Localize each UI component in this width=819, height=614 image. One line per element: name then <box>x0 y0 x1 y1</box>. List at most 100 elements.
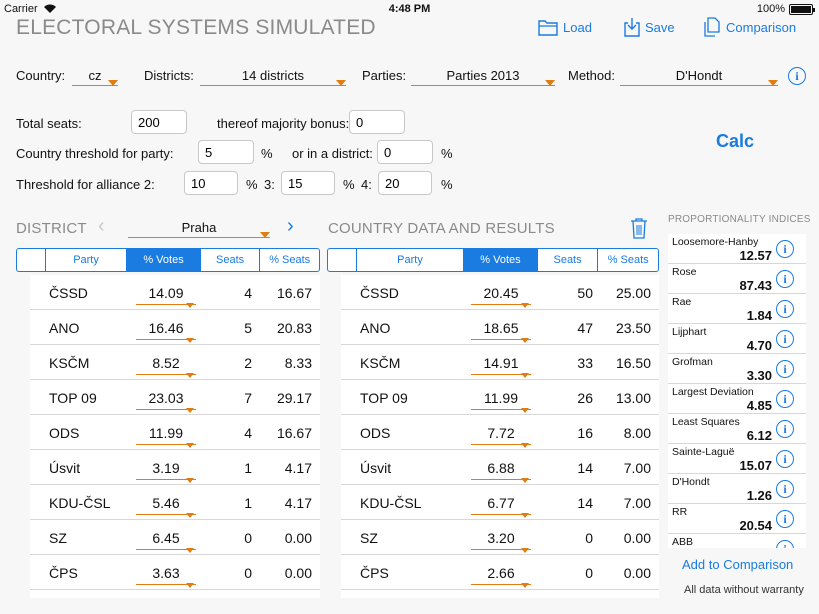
party-name: ODS <box>360 425 391 441</box>
parties-dropdown[interactable]: Parties 2013 <box>411 66 555 86</box>
table-row: ODS 7.72 16 8.00 <box>341 415 659 450</box>
party-name: KSČM <box>360 355 401 371</box>
segment-seats[interactable]: Seats <box>199 249 260 271</box>
votes-picker[interactable]: 11.99 <box>136 425 196 448</box>
segment-pct-seats[interactable]: % Seats <box>597 249 658 271</box>
table-row: Úsvit 6.88 14 7.00 <box>341 450 659 485</box>
votes-picker[interactable]: 3.20 <box>471 530 531 553</box>
seats-value: 4 <box>244 425 252 441</box>
votes-value: 18.65 <box>483 320 519 336</box>
seats-value: 0 <box>244 530 252 546</box>
votes-value: 14.09 <box>148 285 184 301</box>
chevron-down-icon <box>186 303 194 308</box>
votes-picker[interactable]: 7.72 <box>471 425 531 448</box>
info-icon[interactable]: i <box>776 300 794 318</box>
party-name: KSČM <box>49 355 90 371</box>
votes-value: 14.91 <box>483 355 519 371</box>
district-threshold-input[interactable] <box>377 140 433 164</box>
votes-value: 2.66 <box>487 565 515 581</box>
chevron-left-icon[interactable]: ‹ <box>98 215 105 238</box>
table-row: KSČM 8.52 2 8.33 <box>30 345 320 380</box>
seats-value: 26 <box>577 390 593 406</box>
save-button[interactable]: Save <box>624 16 675 38</box>
votes-picker[interactable]: 6.77 <box>471 495 531 518</box>
votes-value: 16.46 <box>148 320 184 336</box>
index-value: 1.84 <box>746 308 772 323</box>
index-name: D'Hondt <box>672 476 710 488</box>
method-dropdown[interactable]: D'Hondt <box>620 66 778 86</box>
votes-value: 8.52 <box>152 355 180 371</box>
alliance4-input[interactable] <box>378 171 432 195</box>
chevron-down-icon <box>108 80 118 86</box>
calc-button[interactable]: Calc <box>716 131 754 152</box>
pct-seats-value: 16.50 <box>615 355 651 371</box>
load-button[interactable]: Load <box>538 16 592 38</box>
votes-picker[interactable]: 3.19 <box>136 460 196 483</box>
votes-picker[interactable]: 6.88 <box>471 460 531 483</box>
votes-picker[interactable]: 14.09 <box>136 285 196 308</box>
segment-party[interactable]: Party <box>355 249 463 271</box>
chevron-down-icon <box>521 408 529 413</box>
info-icon[interactable]: i <box>776 480 794 498</box>
chevron-down-icon <box>186 443 194 448</box>
votes-picker[interactable]: 14.91 <box>471 355 531 378</box>
alliance3-input[interactable] <box>281 171 335 195</box>
info-icon[interactable]: i <box>776 270 794 288</box>
info-icon[interactable]: i <box>776 450 794 468</box>
info-icon[interactable]: i <box>776 510 794 528</box>
segment-votes[interactable]: % Votes <box>126 249 200 271</box>
segment-pct-seats[interactable]: % Seats <box>259 249 319 271</box>
segment-blank[interactable] <box>17 249 45 271</box>
votes-picker[interactable]: 18.65 <box>471 320 531 343</box>
info-icon[interactable]: i <box>776 360 794 378</box>
info-icon[interactable]: i <box>776 420 794 438</box>
info-icon[interactable]: i <box>776 540 794 548</box>
add-to-comparison-button[interactable]: Add to Comparison <box>682 557 793 572</box>
method-info-icon[interactable]: i <box>788 67 806 85</box>
votes-picker[interactable]: 8.52 <box>136 355 196 378</box>
segment-blank[interactable] <box>328 249 356 271</box>
votes-picker[interactable]: 16.46 <box>136 320 196 343</box>
info-icon[interactable]: i <box>776 240 794 258</box>
chevron-down-icon <box>186 513 194 518</box>
votes-picker[interactable]: 6.45 <box>136 530 196 553</box>
district-dropdown[interactable]: Praha <box>128 218 270 238</box>
seats-value: 4 <box>244 285 252 301</box>
votes-picker[interactable]: 2.66 <box>471 565 531 588</box>
chevron-down-icon <box>521 338 529 343</box>
votes-picker[interactable]: 5.46 <box>136 495 196 518</box>
party-name: Úsvit <box>360 460 392 476</box>
index-item: Rae 1.84 i <box>668 294 806 324</box>
comparison-button[interactable]: Comparison <box>703 16 796 38</box>
trash-icon[interactable] <box>630 217 648 239</box>
votes-value: 6.45 <box>152 530 180 546</box>
votes-value: 3.63 <box>152 565 180 581</box>
pct-seats-value: 7.00 <box>623 495 651 511</box>
pct-seats-value: 16.67 <box>276 285 312 301</box>
index-value: 3.30 <box>746 368 772 383</box>
votes-picker[interactable]: 3.63 <box>136 565 196 588</box>
chevron-down-icon <box>186 408 194 413</box>
districts-dropdown[interactable]: 14 districts <box>200 66 346 86</box>
segment-seats[interactable]: Seats <box>536 249 598 271</box>
total-seats-input[interactable] <box>131 110 187 134</box>
info-icon[interactable]: i <box>776 330 794 348</box>
seats-value: 0 <box>244 565 252 581</box>
alliance2-input[interactable] <box>184 171 238 195</box>
votes-value: 23.03 <box>148 390 184 406</box>
table-row: Úsvit 3.19 1 4.17 <box>30 450 320 485</box>
threshold-input[interactable] <box>198 140 254 164</box>
bonus-input[interactable] <box>349 110 405 134</box>
chevron-right-icon[interactable]: › <box>287 215 294 238</box>
votes-value: 6.88 <box>487 460 515 476</box>
bonus-label: thereof majority bonus: <box>217 116 350 131</box>
country-dropdown[interactable]: cz <box>72 66 118 86</box>
info-icon[interactable]: i <box>776 390 794 408</box>
votes-picker[interactable]: 23.03 <box>136 390 196 413</box>
segment-votes[interactable]: % Votes <box>463 249 537 271</box>
votes-picker[interactable]: 20.45 <box>471 285 531 308</box>
segment-party[interactable]: Party <box>44 249 126 271</box>
country-value: cz <box>88 68 102 83</box>
folder-icon <box>538 20 558 36</box>
votes-picker[interactable]: 11.99 <box>471 390 531 413</box>
